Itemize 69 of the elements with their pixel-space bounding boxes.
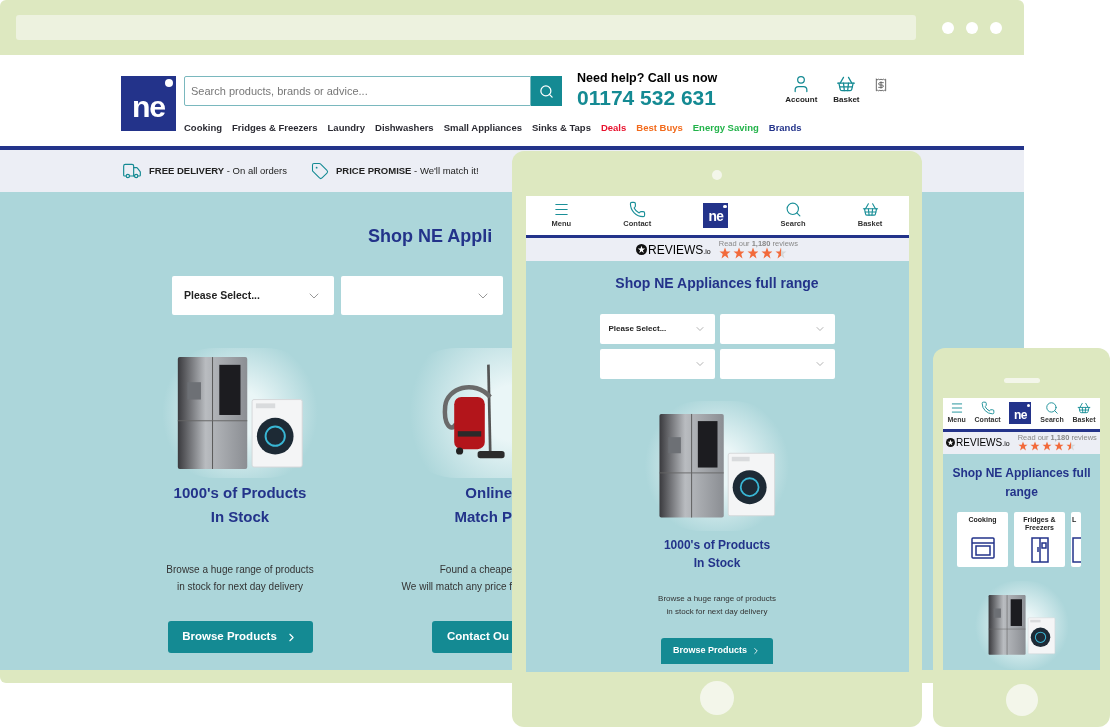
- basket-icon: [861, 201, 879, 219]
- star-icon: [1065, 441, 1076, 452]
- nav-link[interactable]: Cooking: [184, 120, 222, 135]
- benefit-text: PRICE PROMISE - We'll match it!: [335, 163, 479, 178]
- chevron-right-icon: [751, 646, 761, 656]
- star-icon: [1017, 441, 1028, 452]
- section-heading: Shop NE Appliances full range: [615, 274, 819, 293]
- nav-link[interactable]: Laundry: [327, 120, 366, 135]
- star-icon: [718, 247, 731, 260]
- basket-icon: [1077, 401, 1092, 416]
- section-heading: Shop NE Appli: [368, 225, 493, 248]
- feature-title: Online Match P: [454, 483, 512, 527]
- home-button-icon: [700, 681, 734, 715]
- feature-description: Browse a huge range of products in stock for next day delivery: [658, 593, 776, 618]
- benefit-text: FREE DELIVERY - On all orders: [149, 163, 287, 178]
- camera-icon: [712, 170, 722, 180]
- address-bar[interactable]: [16, 15, 916, 40]
- feature-description: Found a cheape We will match any price f: [401, 563, 512, 594]
- nav-link[interactable]: Fridges & Freezers: [232, 120, 318, 135]
- phone-icon: [980, 401, 995, 416]
- nav-link[interactable]: Small Appliances: [443, 120, 522, 135]
- nav-link[interactable]: Brands: [768, 120, 802, 135]
- home-button-icon: [1005, 684, 1038, 716]
- star-icon: [732, 247, 745, 260]
- star-icon: [760, 247, 773, 260]
- browse-products-button[interactable]: Browse Products: [661, 638, 773, 664]
- feature-title: 1000's of Products In Stock: [173, 483, 307, 527]
- nav-link[interactable]: Sinks & Taps: [532, 120, 591, 135]
- reviews-logo-icon: [636, 244, 647, 255]
- receipt-icon: [873, 78, 888, 92]
- dropdown-select[interactable]: [341, 276, 503, 315]
- logo[interactable]: ne: [703, 203, 729, 228]
- feature-description: Browse a huge range of products in stock for next day delivery: [166, 563, 314, 594]
- help-title: Need help? Call us now: [577, 71, 718, 87]
- dropdown-select[interactable]: [599, 349, 715, 379]
- logo[interactable]: ne: [1009, 402, 1032, 425]
- search-field[interactable]: Search products, brands or advice...: [184, 76, 531, 106]
- truck-icon: [122, 161, 142, 181]
- dropdown-select[interactable]: [719, 349, 835, 379]
- section-heading: Shop NE Appliances full range: [951, 464, 1092, 501]
- star-icon: [1053, 441, 1064, 452]
- star-icon: [746, 247, 759, 260]
- dropdown-select[interactable]: Please Select...: [172, 276, 334, 315]
- feature-title: 1000's of Products In Stock: [663, 537, 771, 572]
- dropdown-select[interactable]: [719, 314, 835, 344]
- nav-link[interactable]: Deals: [600, 120, 627, 135]
- account-button[interactable]: Account: [785, 74, 818, 106]
- menu-icon: [949, 401, 964, 416]
- dropdown-select[interactable]: Please Select...: [599, 314, 715, 344]
- tag-icon: [310, 162, 329, 180]
- star-icon: [774, 247, 787, 260]
- star-icon: [1041, 441, 1052, 452]
- search-icon: [1045, 401, 1059, 416]
- phone-icon: [628, 201, 646, 219]
- basket-icon: [836, 74, 857, 94]
- browse-products-button[interactable]: Browse Products: [167, 621, 313, 653]
- search-icon: [784, 201, 802, 219]
- search-button[interactable]: [531, 76, 562, 106]
- reviews-logo-icon: [946, 438, 956, 448]
- speaker-icon: [1003, 378, 1040, 383]
- logo[interactable]: ne: [121, 76, 176, 131]
- phone-number[interactable]: 01174 532 631: [577, 86, 718, 108]
- star-icon: [1029, 441, 1040, 452]
- nav-link[interactable]: Dishwashers: [375, 120, 434, 135]
- basket-button[interactable]: Basket: [833, 74, 860, 106]
- search-icon: [539, 83, 554, 99]
- fridge-icon: [1030, 536, 1049, 563]
- contact-button[interactable]: Contact Ou: [432, 621, 512, 653]
- oven-icon: [970, 536, 995, 559]
